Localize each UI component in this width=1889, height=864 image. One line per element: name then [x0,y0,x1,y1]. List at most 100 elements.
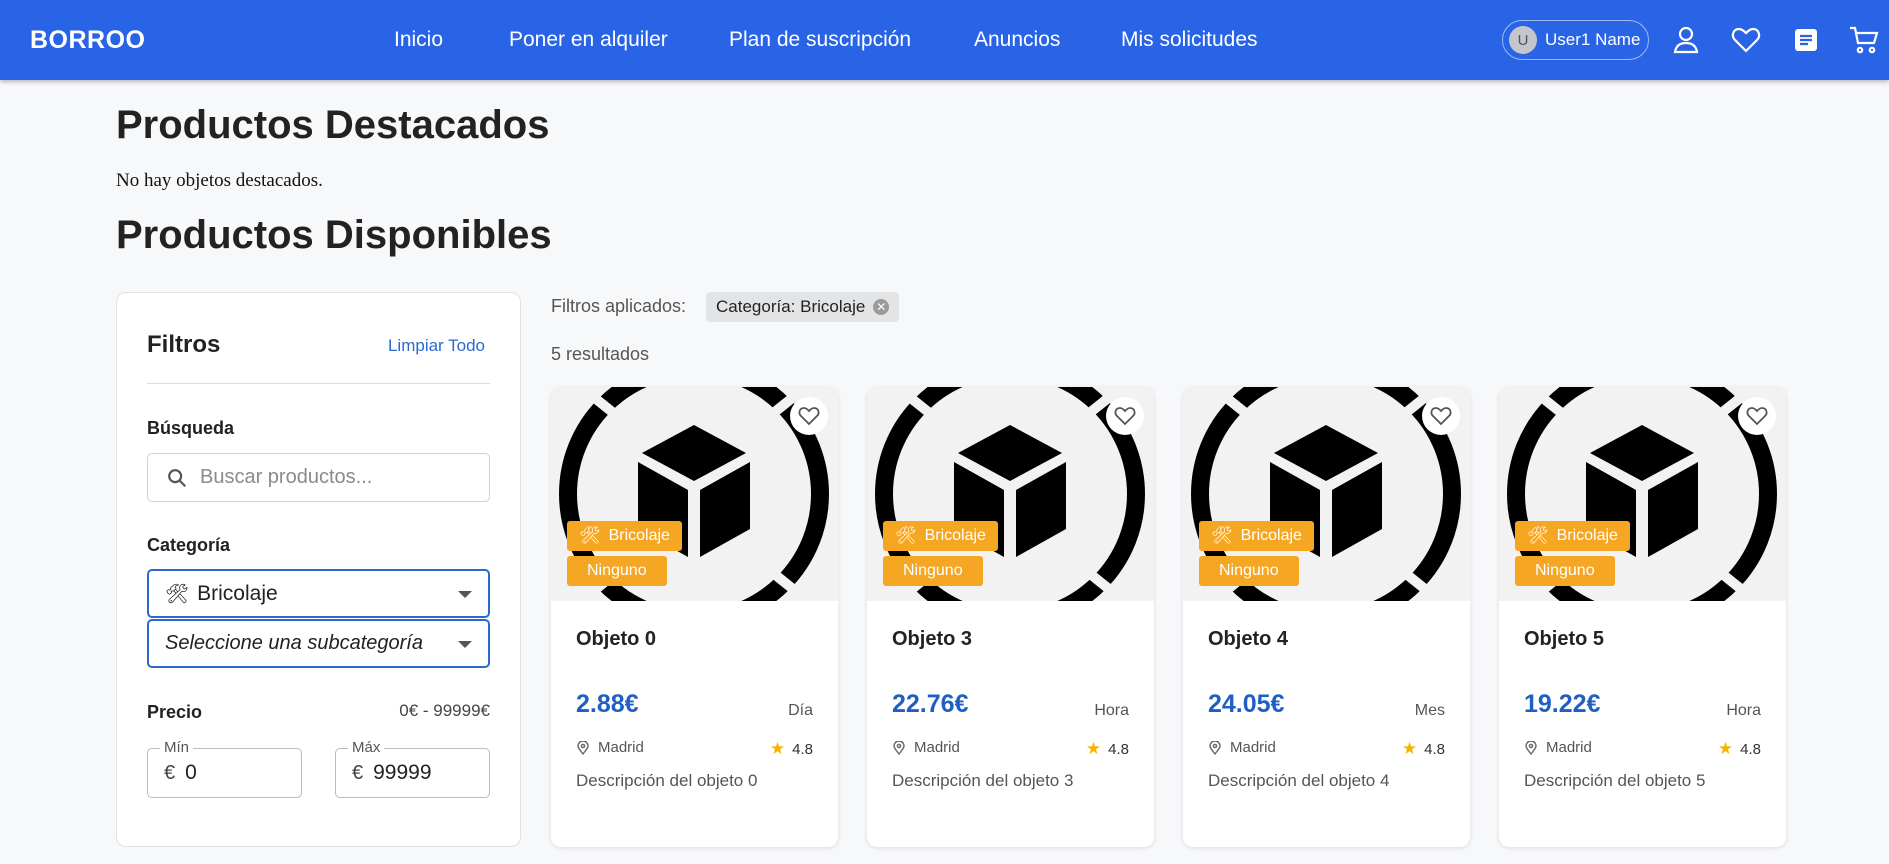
product-card[interactable]: 🛠 Bricolaje Ninguno Objeto 5 19.22€ Hora … [1499,387,1786,847]
product-rating: ★ 4.8 [1085,739,1129,758]
nav-item-mis-solicitudes[interactable]: Mis solicitudes [1121,28,1258,52]
applied-filter-chip[interactable]: Categoría: Bricolaje ✕ [706,292,900,322]
clear-all-link[interactable]: Limpiar Todo [388,336,485,356]
product-title: Objeto 3 [892,628,973,650]
heart-icon [1746,407,1768,426]
product-location: Madrid [1208,739,1276,756]
subcategory-tag: Ninguno [883,556,983,586]
product-description: Descripción del objeto 0 [576,771,758,790]
user-name: User1 Name [1545,30,1641,49]
product-card[interactable]: 🛠 Bricolaje Ninguno Objeto 3 22.76€ Hora … [867,387,1154,847]
price-label: Precio [147,702,203,722]
nav-item-poner-en-alquiler[interactable]: Poner en alquiler [509,28,668,52]
star-icon: ★ [769,739,786,758]
product-rating: ★ 4.8 [1717,739,1761,758]
category-select[interactable]: 🛠 Bricolaje [147,569,490,618]
subcategory-tag: Ninguno [567,556,667,586]
featured-products-title: Productos Destacados [116,103,550,147]
heart-icon [1114,407,1136,426]
cart-icon[interactable] [1848,24,1880,56]
location-pin-icon [1209,740,1221,755]
tools-icon: 🛠 [165,583,190,605]
price-range-text: 0€ - 99999€ [399,701,490,720]
divider [147,383,490,384]
product-title: Objeto 5 [1524,628,1605,650]
product-description: Descripción del objeto 5 [1524,771,1706,790]
price-max-label: Máx [348,739,385,756]
category-tag: 🛠 Bricolaje [1515,521,1630,551]
product-price: 24.05€ [1208,690,1285,718]
nav-item-plan-suscripcion[interactable]: Plan de suscripción [729,28,911,52]
product-card[interactable]: 🛠 Bricolaje Ninguno Objeto 4 24.05€ Mes M… [1183,387,1470,847]
star-icon: ★ [1085,739,1102,758]
currency-symbol: € [164,761,176,784]
price-unit: Hora [1094,702,1129,719]
filters-panel: Filtros Limpiar Todo Búsqueda Categoría … [116,292,521,847]
search-label: Búsqueda [147,418,235,438]
search-field[interactable] [147,453,490,502]
price-max-input[interactable] [373,761,474,785]
price-unit: Día [788,702,813,719]
user-icon[interactable] [1670,24,1702,56]
location-pin-icon [1525,740,1537,755]
price-unit: Hora [1726,702,1761,719]
heart-icon[interactable] [1730,24,1762,56]
list-icon[interactable] [1790,24,1822,56]
tools-icon: 🛠 [895,526,917,545]
nav-item-anuncios[interactable]: Anuncios [974,28,1060,52]
avatar: U [1509,26,1537,54]
heart-icon [798,407,820,426]
star-icon: ★ [1717,739,1734,758]
price-min-label: Mín [160,739,194,756]
remove-filter-icon[interactable]: ✕ [873,299,890,315]
subcategory-tag: Ninguno [1515,556,1615,586]
location-pin-icon [893,740,905,755]
user-menu-chip[interactable]: U User1 Name [1502,20,1649,60]
available-products-title: Productos Disponibles [116,213,552,257]
brand-logo[interactable]: BORROO [30,26,146,55]
search-input[interactable] [200,466,470,489]
favorite-button[interactable] [1738,397,1776,435]
product-rating: ★ 4.8 [1401,739,1445,758]
dropdown-arrow-icon [458,591,472,598]
tools-icon: 🛠 [1527,526,1549,545]
product-location: Madrid [576,739,644,756]
price-max-field[interactable]: Máx € [335,739,490,798]
price-min-field[interactable]: Mín € [147,739,302,798]
category-label: Categoría [147,535,231,555]
dropdown-arrow-icon [458,641,472,648]
applied-filters-label: Filtros aplicados: [551,296,687,316]
product-title: Objeto 4 [1208,628,1289,650]
product-card[interactable]: 🛠 Bricolaje Ninguno Objeto 0 2.88€ Día Ma… [551,387,838,847]
product-price: 22.76€ [892,690,969,718]
product-location: Madrid [1524,739,1592,756]
result-count: 5 resultados [551,344,650,364]
product-price: 19.22€ [1524,690,1601,718]
tools-icon: 🛠 [579,526,601,545]
heart-icon [1430,407,1452,426]
search-icon [168,468,187,487]
price-min-input[interactable] [185,761,286,785]
favorite-button[interactable] [1422,397,1460,435]
featured-empty-message: No hay objetos destacados. [116,170,323,191]
filters-title: Filtros [147,331,221,358]
product-price: 2.88€ [576,690,639,718]
category-tag: 🛠 Bricolaje [1199,521,1314,551]
nav-item-inicio[interactable]: Inicio [394,28,443,52]
applied-filter-chip-label: Categoría: Bricolaje [716,297,866,316]
favorite-button[interactable] [790,397,828,435]
favorite-button[interactable] [1106,397,1144,435]
top-navigation-bar: BORROO Inicio Poner en alquiler Plan de … [0,0,1889,80]
product-location: Madrid [892,739,960,756]
category-select-value: Bricolaje [197,581,278,605]
product-rating: ★ 4.8 [769,739,813,758]
subcategory-tag: Ninguno [1199,556,1299,586]
currency-symbol: € [352,761,364,784]
location-pin-icon [577,740,589,755]
product-title: Objeto 0 [576,628,657,650]
subcategory-select-value: Seleccione una subcategoría [165,632,423,654]
subcategory-select[interactable]: Seleccione una subcategoría [147,619,490,668]
price-unit: Mes [1414,702,1445,719]
tools-icon: 🛠 [1211,526,1233,545]
product-description: Descripción del objeto 3 [892,771,1074,790]
